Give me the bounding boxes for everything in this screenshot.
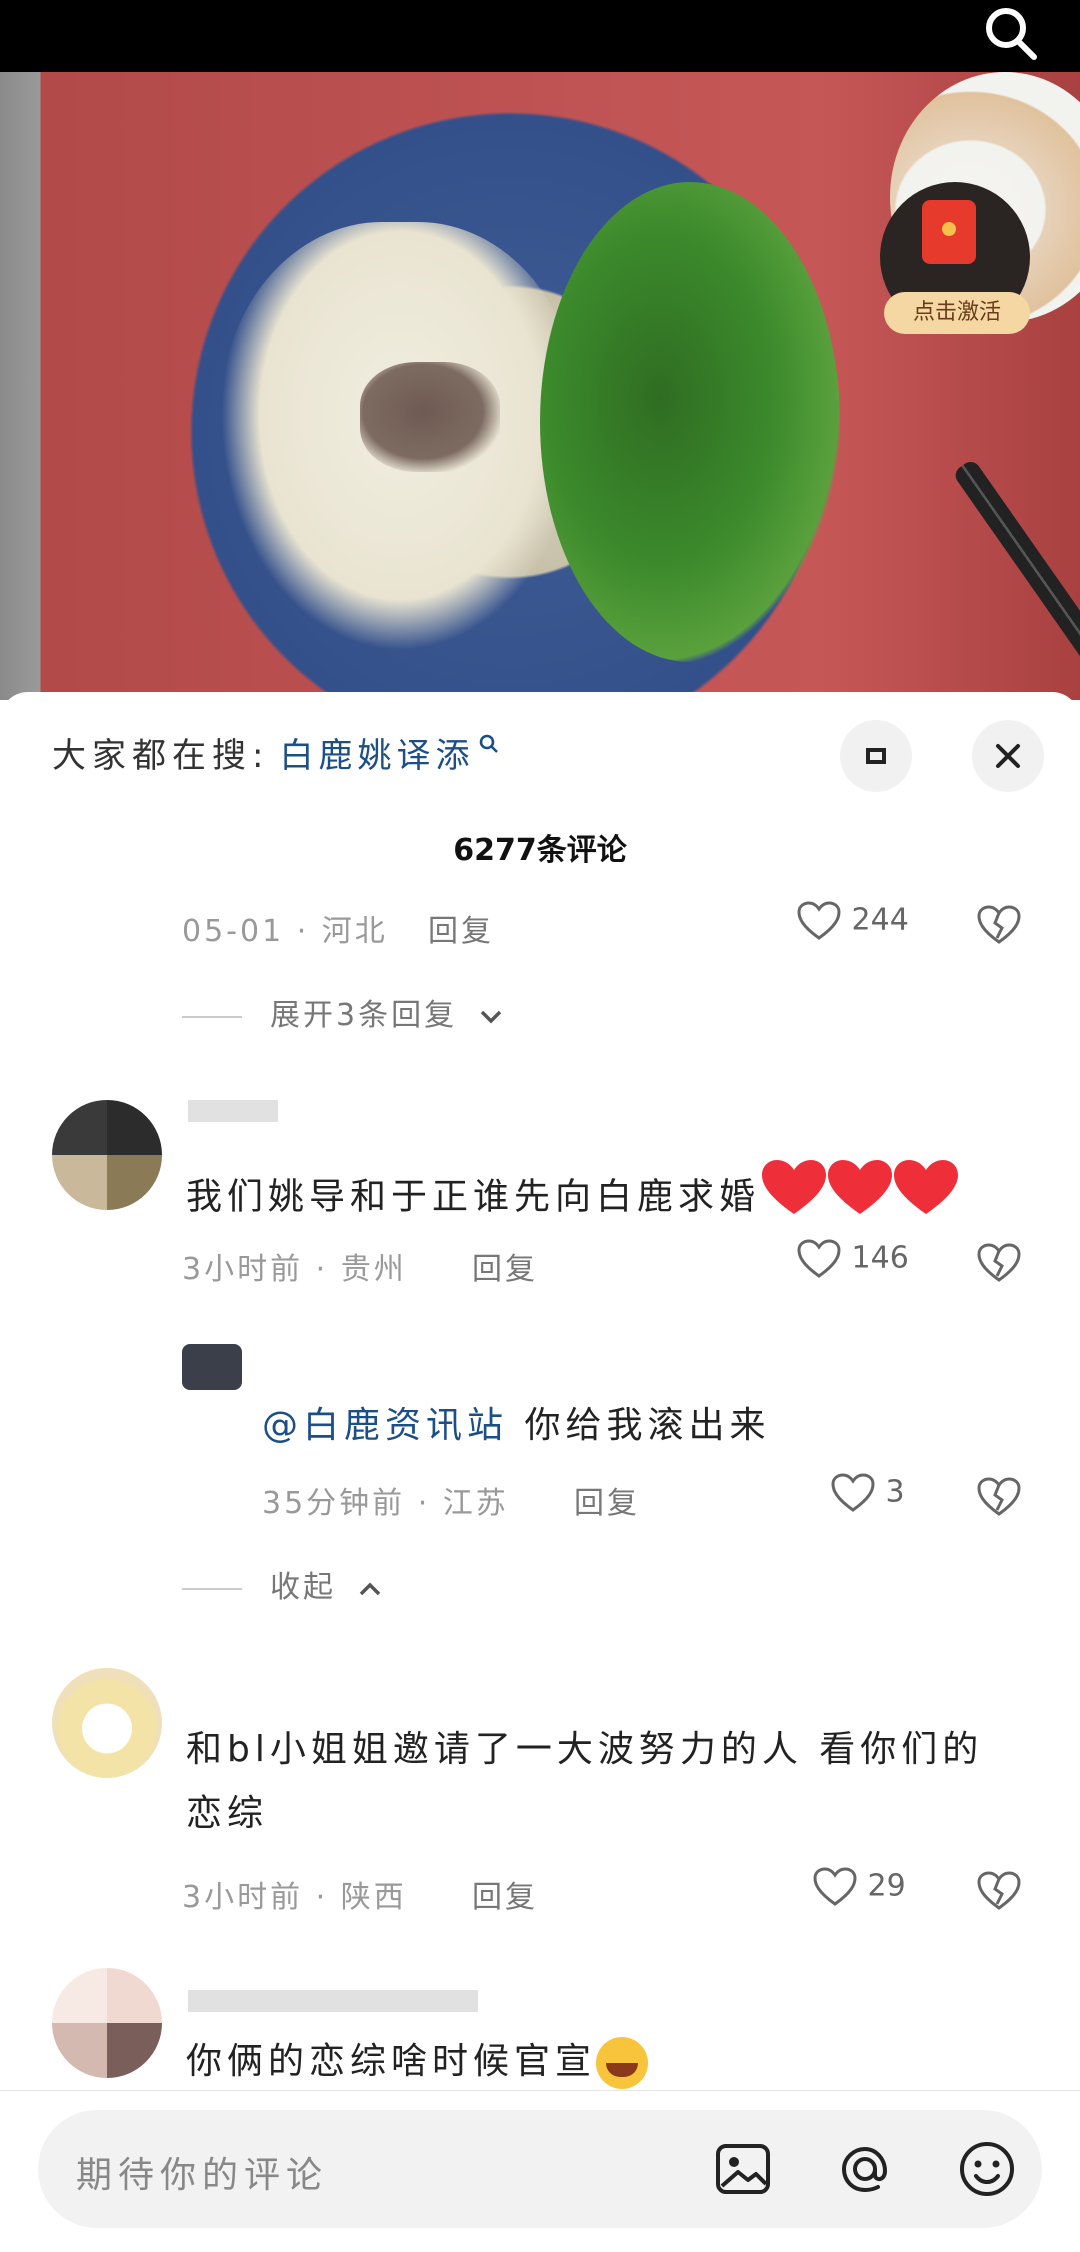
like-button[interactable]: 3 bbox=[830, 1472, 905, 1514]
reply-button[interactable]: 回复 bbox=[574, 1478, 640, 1522]
comment-body-line2: 恋综 bbox=[186, 1793, 269, 1834]
video-frame[interactable] bbox=[0, 72, 1080, 700]
like-count: 3 bbox=[885, 1474, 905, 1510]
comment-meta: 3小时前 · 贵州 bbox=[182, 1252, 407, 1287]
like-button[interactable]: 244 bbox=[796, 900, 909, 942]
heart-icon bbox=[797, 1239, 841, 1278]
reply-button[interactable]: 回复 bbox=[428, 906, 494, 950]
chevron-down-icon bbox=[480, 1010, 501, 1023]
like-count: 29 bbox=[867, 1868, 906, 1904]
divider-dash bbox=[182, 1015, 242, 1018]
comment-body: 我们姚导和于正谁先向白鹿求婚 bbox=[186, 1176, 761, 1218]
reply-text: @白鹿资讯站 你给我滚出来 bbox=[262, 1394, 1042, 1458]
broken-heart-icon bbox=[977, 1243, 1021, 1282]
reply-meta: 35分钟前 · 江苏 bbox=[262, 1486, 509, 1521]
greens bbox=[540, 182, 840, 662]
expand-replies[interactable]: 展开3条回复 bbox=[182, 990, 506, 1033]
laughing-emoji bbox=[596, 2037, 649, 2089]
collapse-label: 收起 bbox=[270, 1570, 336, 1605]
heart-emojis bbox=[760, 1158, 960, 1239]
comment-count: 6277条评论 bbox=[453, 833, 627, 868]
avatar[interactable] bbox=[52, 1668, 162, 1778]
expand-icon bbox=[866, 748, 886, 764]
broken-heart-icon bbox=[977, 1871, 1021, 1910]
like-button[interactable]: 146 bbox=[796, 1238, 909, 1280]
chevron-up-icon bbox=[359, 1582, 380, 1595]
mention-link[interactable]: @白鹿资讯站 bbox=[262, 1405, 508, 1446]
search-hint[interactable]: 大家都在搜: 白鹿姚译添 bbox=[52, 728, 500, 777]
comment-input-placeholder[interactable]: 期待你的评论 bbox=[76, 2146, 328, 2198]
comment-text: 我们姚导和于正谁先向白鹿求婚 bbox=[186, 1158, 1046, 1239]
search-icon[interactable] bbox=[980, 6, 1042, 62]
envelope-icon bbox=[922, 200, 976, 264]
username-obscured[interactable] bbox=[188, 1990, 478, 2012]
close-icon bbox=[996, 744, 1020, 768]
heart-icon bbox=[797, 901, 841, 940]
avatar[interactable] bbox=[52, 1100, 162, 1210]
reply-button[interactable]: 回复 bbox=[472, 1872, 538, 1916]
avatar[interactable] bbox=[52, 1968, 162, 2078]
comment-text: 和bl小姐姐邀请了一大波努力的人 看你们的 恋综 bbox=[186, 1718, 1056, 1846]
like-button[interactable]: 29 bbox=[812, 1866, 906, 1908]
top-bar bbox=[0, 0, 1080, 72]
emoji-icon[interactable] bbox=[954, 2136, 1020, 2202]
reply-button[interactable]: 回复 bbox=[472, 1244, 538, 1288]
divider-dash bbox=[182, 1587, 242, 1590]
dislike-button[interactable] bbox=[976, 1870, 1022, 1912]
avatar[interactable] bbox=[182, 1344, 242, 1390]
dislike-button[interactable] bbox=[976, 1476, 1022, 1518]
collapse-replies[interactable]: 收起 bbox=[182, 1562, 385, 1605]
comment-meta: 3小时前 · 陕西 bbox=[182, 1880, 407, 1915]
at-icon[interactable] bbox=[832, 2136, 898, 2202]
heart-icon bbox=[813, 1867, 857, 1906]
reply-body: 你给我滚出来 bbox=[524, 1405, 771, 1446]
search-term-link[interactable]: 白鹿姚译添 bbox=[279, 736, 474, 776]
meat bbox=[360, 362, 500, 472]
comment-meta: 05-01 · 河北 bbox=[182, 914, 388, 949]
comment-body-line1: 和bl小姐姐邀请了一大波努力的人 看你们的 bbox=[186, 1729, 984, 1770]
like-count: 146 bbox=[851, 1240, 909, 1276]
like-count: 244 bbox=[851, 902, 909, 938]
comment-text: 你俩的恋综啥时候官宣 bbox=[186, 2030, 1046, 2094]
dislike-button[interactable] bbox=[976, 1242, 1022, 1284]
expand-button[interactable] bbox=[840, 720, 912, 792]
search-hint-label: 大家都在搜: bbox=[52, 736, 270, 776]
username-obscured[interactable] bbox=[188, 1100, 278, 1122]
dislike-button[interactable] bbox=[976, 904, 1022, 946]
search-small-icon bbox=[480, 734, 499, 753]
broken-heart-icon bbox=[977, 1477, 1021, 1516]
chopsticks bbox=[951, 458, 1080, 686]
redpacket-activate-label[interactable]: 点击激活 bbox=[884, 292, 1030, 334]
comment-sheet bbox=[0, 692, 1080, 2252]
divider bbox=[0, 2090, 1080, 2091]
image-icon[interactable] bbox=[710, 2136, 776, 2202]
expand-replies-label: 展开3条回复 bbox=[270, 998, 458, 1033]
heart-icon bbox=[831, 1473, 875, 1512]
close-button[interactable] bbox=[972, 720, 1044, 792]
broken-heart-icon bbox=[977, 905, 1021, 944]
comment-body: 你俩的恋综啥时候官宣 bbox=[186, 2041, 597, 2082]
